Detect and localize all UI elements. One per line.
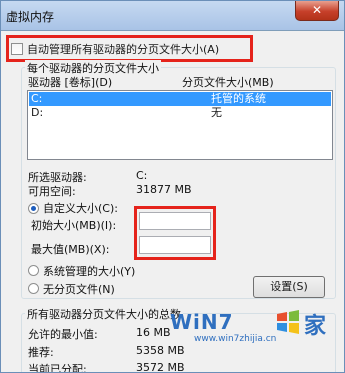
watermark-brand: WiN7 (170, 310, 234, 334)
no-paging-file-radio[interactable] (28, 283, 39, 294)
drive-page-size: 托管的系统 (211, 92, 266, 105)
drive-name: D: (31, 106, 44, 119)
title-bar: 虚拟内存 ✕ (1, 1, 344, 31)
no-paging-file-label: 无分页文件(N) (43, 283, 115, 296)
column-header-size: 分页文件大小(MB) (182, 76, 274, 89)
window-title: 虚拟内存 (6, 10, 55, 24)
windows-logo-icon (277, 310, 299, 334)
drive-row[interactable]: C: 托管的系统 (29, 92, 331, 106)
custom-size-radio[interactable] (28, 203, 39, 214)
virtual-memory-dialog: 虚拟内存 ✕ 自动管理所有驱动器的分页文件大小(A) 每个驱动器的分页文件大小 … (0, 0, 345, 373)
watermark-jia: 家 (304, 314, 327, 339)
current-allocated-value: 3572 MB (136, 361, 185, 373)
totals-group-label: 所有驱动器分页文件大小的总数 (25, 306, 183, 322)
close-button[interactable]: ✕ (295, 1, 339, 21)
system-managed-radio[interactable] (28, 265, 39, 276)
drive-name: C: (31, 92, 43, 105)
recommended-label: 推荐: (28, 346, 54, 359)
min-allowed-label: 允许的最小值: (28, 328, 98, 341)
drive-page-size: 无 (211, 106, 222, 119)
free-space-value: 31877 MB (136, 183, 192, 196)
selected-drive-value: C: (136, 169, 148, 182)
current-allocated-label: 当前已分配: (28, 363, 87, 373)
set-button[interactable]: 设置(S) (253, 276, 325, 298)
system-managed-label: 系统管理的大小(Y) (43, 265, 136, 278)
custom-size-label: 自定义大小(C): (43, 202, 118, 215)
free-space-label: 可用空间: (28, 185, 76, 198)
column-header-drive: 驱动器 [卷标](D) (28, 76, 113, 89)
watermark-url: www.win7zhijia.cn (194, 334, 277, 344)
drive-row[interactable]: D: 无 (29, 106, 331, 120)
initial-size-label: 初始大小(MB)(I): (31, 219, 117, 232)
win7-watermark: WiN7 家 www.win7zhijia.cn (164, 306, 339, 346)
drive-list[interactable]: C: 托管的系统 D: 无 (27, 90, 333, 160)
highlight-box-auto-manage (6, 35, 253, 62)
max-size-label: 最大值(MB)(X): (31, 243, 110, 256)
highlight-box-size-inputs (134, 206, 216, 260)
